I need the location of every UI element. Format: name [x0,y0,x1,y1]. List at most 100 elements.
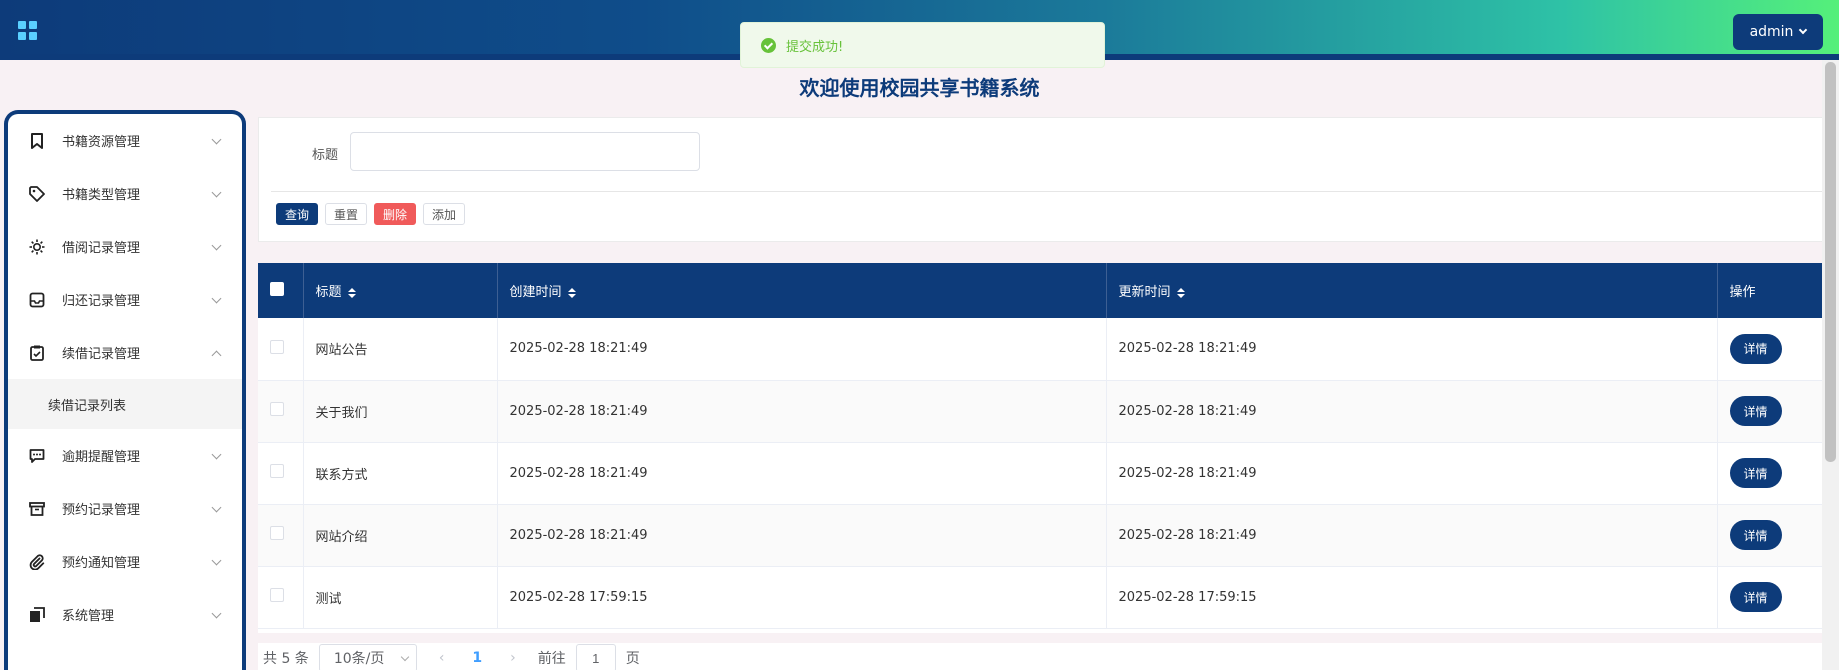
chevron-down-icon [401,652,410,661]
cell-created: 2025-02-28 17:59:15 [497,566,1107,628]
select-all-cell [258,263,304,318]
row-checkbox[interactable] [270,339,284,354]
cell-title: 网站介绍 [303,504,498,566]
sort-icon[interactable] [1176,287,1185,298]
page-size-select[interactable]: 10条/页 [318,644,417,670]
data-table: 标题 创建时间 更新时间 操作 网站公告 2025-02-28 18:21:49… [258,263,1839,633]
page-title: 欢迎使用校园共享书籍系统 [799,76,1040,100]
sun-icon [28,238,46,256]
success-toast: 提交成功! [740,22,1105,68]
app-grid-icon[interactable] [18,21,38,41]
pagination: 共 5 条 10条/页 ‹ 1 › 前往 页 [258,643,1839,670]
toast-message: 提交成功! [786,39,844,55]
sort-icon[interactable] [567,287,576,298]
vertical-scrollbar[interactable] [1822,60,1839,670]
chat-icon [28,447,46,465]
sidebar-item-label: 书籍类型管理 [62,188,141,203]
table-row: 关于我们 2025-02-28 18:21:49 2025-02-28 18:2… [258,380,1839,442]
tag-icon [28,185,46,203]
reset-button[interactable]: 重置 [325,203,368,225]
page-size-value: 10条/页 [333,651,385,667]
chevron-down-icon [1799,25,1808,35]
chevron-down-icon [211,293,222,304]
chevron-down-icon [211,608,222,619]
column-header-label: 操作 [1729,285,1756,300]
cell-updated: 2025-02-28 18:21:49 [1106,442,1718,504]
sidebar-item-overdue-reminders[interactable]: 逾期提醒管理 [8,429,242,482]
cell-updated: 2025-02-28 17:59:15 [1106,566,1718,628]
row-checkbox[interactable] [270,464,284,478]
inbox-icon [28,291,46,309]
check-circle-icon [761,37,776,53]
page-title-wrap: 欢迎使用校园共享书籍系统 [0,72,1839,101]
chevron-down-icon [211,449,222,460]
goto-page-input[interactable] [575,644,616,670]
column-header-label: 标题 [315,285,342,300]
sidebar-item-label: 书籍资源管理 [62,135,141,150]
column-header-label: 更新时间 [1118,285,1171,300]
query-button[interactable]: 查询 [276,203,319,225]
detail-button[interactable]: 详情 [1729,333,1782,364]
column-header-updated[interactable]: 更新时间 [1106,263,1718,318]
detail-button[interactable]: 详情 [1729,458,1782,488]
select-all-checkbox[interactable] [270,281,284,296]
column-header-actions: 操作 [1717,263,1839,318]
cell-title: 联系方式 [303,442,498,504]
cell-created: 2025-02-28 18:21:49 [497,380,1107,442]
goto-label: 前往 [537,651,566,667]
sidebar-item-book-types[interactable]: 书籍类型管理 [8,167,242,220]
sidebar-item-borrow-records[interactable]: 借阅记录管理 [8,220,242,273]
sidebar-item-label: 续借记录管理 [62,347,141,362]
search-panel: 标题 查询 重置 删除 添加 [258,117,1839,242]
detail-button[interactable]: 详情 [1729,396,1782,426]
column-header-title[interactable]: 标题 [303,263,498,318]
next-page-button[interactable]: › [498,650,528,666]
page-number-current[interactable]: 1 [466,650,488,666]
sidebar-item-reservation-records[interactable]: 预约记录管理 [8,482,242,535]
sidebar-item-label: 预约记录管理 [62,503,141,518]
column-header-label: 创建时间 [509,285,562,300]
table-row: 网站介绍 2025-02-28 18:21:49 2025-02-28 18:2… [258,504,1839,566]
sidebar-item-renew-records[interactable]: 续借记录管理 [8,326,242,379]
table-row: 联系方式 2025-02-28 18:21:49 2025-02-28 18:2… [258,442,1839,504]
sidebar-subitem-renew-list[interactable]: 续借记录列表 [8,379,242,429]
sidebar-item-label: 预约通知管理 [62,556,141,571]
row-checkbox[interactable] [270,402,284,416]
detail-button[interactable]: 详情 [1729,520,1782,550]
table-row: 网站公告 2025-02-28 18:21:49 2025-02-28 18:2… [258,318,1839,380]
sidebar-item-reservation-notices[interactable]: 预约通知管理 [8,535,242,588]
scrollbar-thumb[interactable] [1825,62,1836,462]
clipboard-check-icon [28,344,46,362]
add-button[interactable]: 添加 [423,203,466,225]
chevron-down-icon [211,555,222,566]
sort-icon[interactable] [347,287,356,298]
table-header-row: 标题 创建时间 更新时间 操作 [258,263,1839,318]
sidebar-item-book-resources[interactable]: 书籍资源管理 [8,114,242,167]
title-field-label: 标题 [312,148,339,163]
row-checkbox[interactable] [270,526,284,540]
sidebar-item-label: 借阅记录管理 [62,241,141,256]
chevron-down-icon [211,240,222,251]
cell-created: 2025-02-28 18:21:49 [497,442,1107,504]
paperclip-icon [28,553,46,571]
prev-page-button[interactable]: ‹ [427,650,457,666]
sidebar-item-label: 系统管理 [62,609,115,624]
title-search-input[interactable] [350,132,700,171]
archive-icon [28,500,46,518]
bookmark-icon [28,132,46,150]
sidebar-item-return-records[interactable]: 归还记录管理 [8,273,242,326]
sidebar: 书籍资源管理 书籍类型管理 借阅记录管理 归还记录管理 续借记录管理 续借记录列… [4,110,246,670]
cell-created: 2025-02-28 18:21:49 [497,318,1107,380]
delete-button[interactable]: 删除 [374,203,417,225]
user-menu-button[interactable]: admin [1733,14,1823,50]
detail-button[interactable]: 详情 [1729,582,1782,612]
cell-created: 2025-02-28 18:21:49 [497,504,1107,566]
column-header-created[interactable]: 创建时间 [497,263,1107,318]
sidebar-item-label: 逾期提醒管理 [62,450,141,465]
row-checkbox[interactable] [270,588,284,602]
sidebar-item-system[interactable]: 系统管理 [8,588,242,641]
chevron-up-icon [211,350,222,361]
cell-updated: 2025-02-28 18:21:49 [1106,504,1718,566]
cell-updated: 2025-02-28 18:21:49 [1106,380,1718,442]
chevron-down-icon [211,134,222,145]
